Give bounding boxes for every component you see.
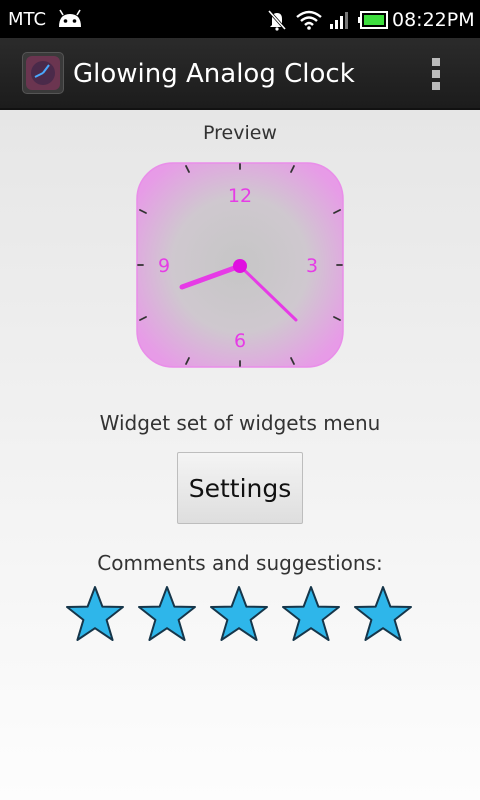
mute-icon — [267, 10, 287, 31]
star-2-icon[interactable] — [136, 584, 198, 646]
numeral-6: 6 — [234, 330, 246, 352]
app-clock-icon[interactable] — [22, 52, 64, 94]
android-icon — [59, 9, 81, 27]
clock-preview-widget[interactable]: 12 3 6 9 — [136, 162, 344, 368]
wifi-icon — [296, 10, 322, 30]
numeral-3: 3 — [306, 255, 318, 277]
rating-stars — [64, 584, 424, 646]
preview-label: Preview — [203, 122, 277, 144]
status-bar: MTC 08:22PM — [0, 0, 480, 38]
app-title: Glowing Analog Clock — [73, 59, 355, 89]
numeral-9: 9 — [158, 255, 170, 277]
star-5-icon[interactable] — [352, 584, 414, 646]
battery-icon — [358, 11, 388, 29]
numeral-12: 12 — [228, 185, 252, 207]
comments-label: Comments and suggestions: — [97, 551, 383, 575]
center-pin — [233, 259, 247, 273]
overflow-menu-icon[interactable] — [432, 58, 442, 92]
star-3-icon[interactable] — [208, 584, 270, 646]
status-time: 08:22PM — [392, 9, 475, 31]
carrier-name: MTC — [8, 9, 47, 30]
action-bar: Glowing Analog Clock — [0, 38, 480, 110]
main-content: Preview 12 3 6 9 Widget set of widgets m… — [0, 110, 480, 800]
widget-caption: Widget set of widgets menu — [99, 411, 381, 435]
settings-button[interactable]: Settings — [177, 452, 303, 524]
star-4-icon[interactable] — [280, 584, 342, 646]
signal-icon — [330, 12, 348, 29]
star-1-icon[interactable] — [64, 584, 126, 646]
